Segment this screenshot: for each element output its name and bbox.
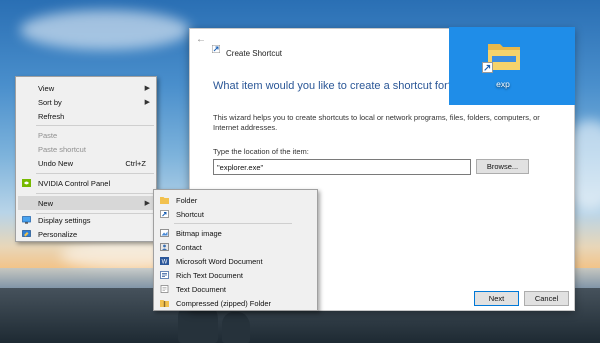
- submenu-item-word-document[interactable]: W Microsoft Word Document: [156, 254, 317, 268]
- shortcut-icon: [160, 210, 169, 218]
- menu-item-label: Undo New: [38, 158, 74, 168]
- menu-item-label: New: [38, 198, 54, 208]
- menu-item-label: Shortcut: [176, 209, 204, 219]
- menu-separator: [36, 193, 154, 194]
- location-field-label: Type the location of the item:: [213, 147, 309, 156]
- menu-item-undo-new[interactable]: Undo New Ctrl+Z: [18, 156, 156, 170]
- wizard-heading: What item would you like to create a sho…: [213, 80, 454, 92]
- bitmap-icon: [160, 229, 169, 237]
- browse-button[interactable]: Browse...: [476, 159, 529, 174]
- back-arrow-icon[interactable]: ←: [196, 35, 206, 45]
- shortcut-icon: [212, 45, 220, 53]
- menu-item-label: Rich Text Document: [176, 270, 243, 280]
- nvidia-icon: [22, 179, 31, 187]
- desktop-shortcut[interactable]: exp: [449, 27, 575, 105]
- submenu-item-bitmap-image[interactable]: Bitmap image: [156, 226, 317, 240]
- chevron-right-icon: ▶: [144, 85, 150, 92]
- submenu-item-rich-text-document[interactable]: Rich Text Document: [156, 268, 317, 282]
- menu-item-label: Text Document: [176, 284, 227, 294]
- display-icon: [22, 216, 31, 224]
- zip-folder-icon: [160, 300, 169, 307]
- personalize-icon: [22, 230, 31, 237]
- cancel-button[interactable]: Cancel: [524, 291, 569, 306]
- menu-item-new[interactable]: New ▶: [18, 196, 156, 210]
- menu-separator: [36, 125, 154, 126]
- location-input[interactable]: [213, 159, 471, 175]
- wallpaper-cloud: [20, 10, 190, 50]
- menu-item-label: Paste: [38, 130, 58, 140]
- menu-item-label: NVIDIA Control Panel: [38, 178, 111, 188]
- menu-item-display-settings[interactable]: Display settings: [18, 213, 156, 227]
- menu-item-view[interactable]: View ▶: [18, 81, 156, 95]
- folder-icon: [160, 197, 169, 204]
- menu-separator: [174, 223, 292, 224]
- contact-icon: [160, 243, 169, 251]
- desktop-context-menu: View ▶ Sort by ▶ Refresh Paste Paste sho…: [15, 76, 157, 242]
- menu-item-label: Contact: [176, 242, 202, 252]
- menu-item-shortcut: Ctrl+Z: [125, 158, 146, 168]
- menu-separator: [36, 173, 154, 174]
- wizard-description: This wizard helps you to create shortcut…: [213, 113, 540, 132]
- menu-item-label: Microsoft Word Document: [176, 256, 263, 266]
- chevron-right-icon: ▶: [144, 200, 150, 207]
- new-submenu: Folder Shortcut Bitmap image Contact W M…: [153, 189, 318, 311]
- menu-item-sort-by[interactable]: Sort by ▶: [18, 95, 156, 109]
- submenu-item-compressed-folder[interactable]: Compressed (zipped) Folder: [156, 296, 317, 310]
- menu-item-label: View: [38, 83, 55, 93]
- next-button[interactable]: Next: [474, 291, 519, 306]
- menu-item-label: Folder: [176, 195, 198, 205]
- menu-item-label: Compressed (zipped) Folder: [176, 298, 272, 308]
- desktop-icon-label: exp: [496, 79, 510, 89]
- submenu-item-shortcut[interactable]: Shortcut: [156, 207, 317, 221]
- menu-item-label: Sort by: [38, 97, 62, 107]
- submenu-item-folder[interactable]: Folder: [156, 193, 317, 207]
- submenu-item-text-document[interactable]: Text Document: [156, 282, 317, 296]
- menu-item-paste[interactable]: Paste: [18, 128, 156, 142]
- menu-item-label: Display settings: [38, 215, 91, 225]
- submenu-item-contact[interactable]: Contact: [156, 240, 317, 254]
- menu-item-label: Bitmap image: [176, 228, 222, 238]
- menu-item-refresh[interactable]: Refresh: [18, 109, 156, 123]
- rtf-icon: [160, 271, 169, 279]
- menu-item-nvidia-control-panel[interactable]: NVIDIA Control Panel: [18, 176, 156, 190]
- menu-item-personalize[interactable]: Personalize: [18, 227, 156, 241]
- menu-item-label: Paste shortcut: [38, 144, 86, 154]
- menu-item-label: Personalize: [38, 229, 78, 239]
- svg-text:W: W: [162, 260, 168, 266]
- text-icon: [160, 285, 169, 293]
- window-title: Create Shortcut: [226, 49, 283, 58]
- wallpaper-rock: [222, 312, 250, 343]
- word-icon: W: [160, 257, 169, 265]
- menu-item-paste-shortcut[interactable]: Paste shortcut: [18, 142, 156, 156]
- shortcut-arrow-icon: [482, 62, 493, 73]
- chevron-right-icon: ▶: [144, 99, 150, 106]
- menu-item-label: Refresh: [38, 111, 65, 121]
